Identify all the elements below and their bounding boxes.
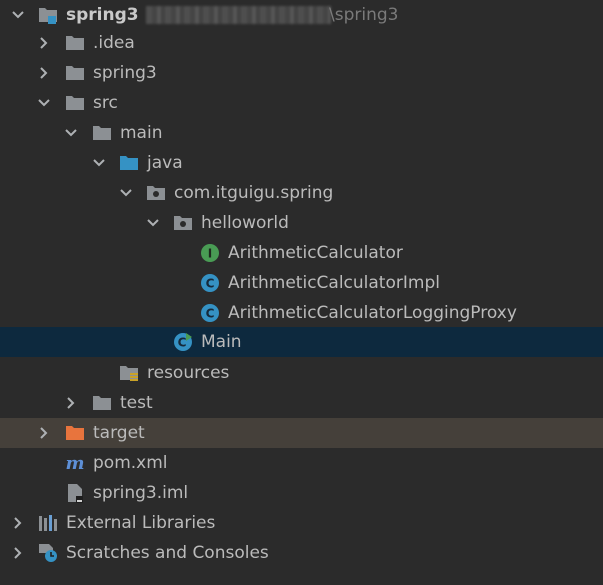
folder-icon bbox=[65, 63, 85, 83]
svg-text:m: m bbox=[65, 453, 84, 473]
chevron-down-icon[interactable] bbox=[10, 0, 26, 30]
tree-label: test bbox=[120, 393, 153, 413]
tree-label: Scratches and Consoles bbox=[66, 543, 269, 563]
tree-row-idea[interactable]: .idea bbox=[0, 28, 603, 58]
scratches-icon bbox=[38, 543, 58, 563]
tree-row-java[interactable]: java bbox=[0, 148, 603, 178]
module-folder-icon bbox=[38, 5, 58, 25]
tree-row-main-class[interactable]: C Main bbox=[0, 327, 603, 357]
svg-text:C: C bbox=[178, 336, 187, 350]
project-tree: spring3 \spring3 .idea spring3 src main … bbox=[0, 0, 603, 585]
library-icon bbox=[38, 513, 58, 533]
tree-label: main bbox=[120, 123, 163, 143]
chevron-down-icon[interactable] bbox=[145, 208, 161, 238]
tree-label: ArithmeticCalculatorImpl bbox=[228, 273, 440, 293]
chevron-down-icon[interactable] bbox=[36, 88, 52, 118]
chevron-right-icon[interactable] bbox=[10, 538, 26, 568]
chevron-right-icon[interactable] bbox=[63, 388, 79, 418]
folder-icon bbox=[65, 33, 85, 53]
tree-row-arith-calc-impl[interactable]: C ArithmeticCalculatorImpl bbox=[0, 268, 603, 298]
tree-label: External Libraries bbox=[66, 513, 216, 533]
source-folder-icon bbox=[119, 153, 139, 173]
tree-label: .idea bbox=[93, 33, 135, 53]
chevron-right-icon[interactable] bbox=[36, 28, 52, 58]
maven-icon: m bbox=[65, 453, 85, 473]
file-icon bbox=[65, 483, 85, 503]
tree-label: target bbox=[93, 423, 145, 443]
tree-label: helloworld bbox=[201, 213, 289, 233]
chevron-right-icon[interactable] bbox=[36, 418, 52, 448]
tree-row-test[interactable]: test bbox=[0, 388, 603, 418]
redacted-path bbox=[146, 6, 331, 24]
tree-row-arith-calc[interactable]: I ArithmeticCalculator bbox=[0, 238, 603, 268]
package-icon bbox=[173, 213, 193, 233]
package-icon bbox=[146, 183, 166, 203]
tree-label: ArithmeticCalculatorLoggingProxy bbox=[228, 303, 517, 323]
runnable-class-icon: C bbox=[173, 332, 193, 352]
tree-row-iml[interactable]: spring3.iml bbox=[0, 478, 603, 508]
tree-label: pom.xml bbox=[93, 453, 168, 473]
tree-row-package[interactable]: com.itguigu.spring bbox=[0, 178, 603, 208]
class-icon: C bbox=[200, 273, 220, 293]
project-path: \spring3 bbox=[329, 5, 399, 25]
tree-label: resources bbox=[147, 363, 230, 383]
tree-row-resources[interactable]: resources bbox=[0, 358, 603, 388]
class-icon: C bbox=[200, 303, 220, 323]
chevron-right-icon[interactable] bbox=[10, 508, 26, 538]
svg-text:C: C bbox=[206, 277, 215, 291]
svg-text:I: I bbox=[208, 247, 212, 261]
tree-label: ArithmeticCalculator bbox=[228, 243, 403, 263]
tree-label: com.itguigu.spring bbox=[174, 183, 334, 203]
tree-label: src bbox=[93, 93, 118, 113]
folder-icon bbox=[92, 123, 112, 143]
resources-folder-icon bbox=[119, 363, 139, 383]
folder-icon bbox=[92, 393, 112, 413]
tree-row-target[interactable]: target bbox=[0, 418, 603, 448]
tree-row-main[interactable]: main bbox=[0, 118, 603, 148]
excluded-folder-icon bbox=[65, 423, 85, 443]
tree-row-pom[interactable]: m pom.xml bbox=[0, 448, 603, 478]
tree-row-arith-calc-proxy[interactable]: C ArithmeticCalculatorLoggingProxy bbox=[0, 298, 603, 328]
svg-text:C: C bbox=[206, 307, 215, 321]
chevron-down-icon[interactable] bbox=[118, 178, 134, 208]
interface-icon: I bbox=[200, 243, 220, 263]
chevron-down-icon[interactable] bbox=[91, 148, 107, 178]
project-name: spring3 bbox=[66, 5, 139, 25]
chevron-right-icon[interactable] bbox=[36, 58, 52, 88]
tree-row-project-root[interactable]: spring3 \spring3 bbox=[0, 0, 603, 30]
tree-row-src[interactable]: src bbox=[0, 88, 603, 118]
tree-row-helloworld[interactable]: helloworld bbox=[0, 208, 603, 238]
folder-icon bbox=[65, 93, 85, 113]
tree-label: Main bbox=[201, 332, 242, 352]
tree-label: spring3 bbox=[93, 63, 157, 83]
tree-row-external-libraries[interactable]: External Libraries bbox=[0, 508, 603, 538]
tree-label: java bbox=[147, 153, 183, 173]
tree-row-scratches[interactable]: Scratches and Consoles bbox=[0, 538, 603, 568]
chevron-down-icon[interactable] bbox=[63, 118, 79, 148]
tree-row-spring3-dir[interactable]: spring3 bbox=[0, 58, 603, 88]
tree-label: spring3.iml bbox=[93, 483, 189, 503]
